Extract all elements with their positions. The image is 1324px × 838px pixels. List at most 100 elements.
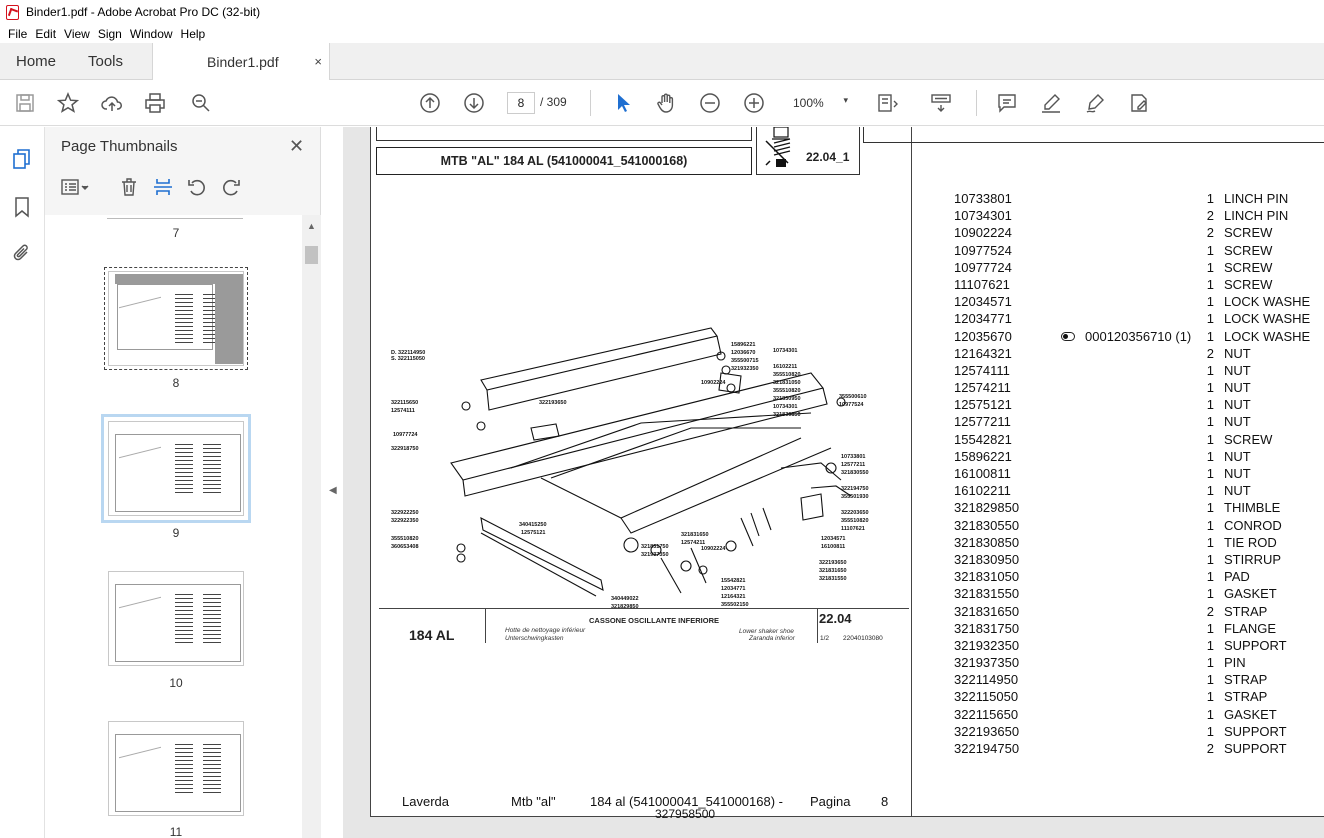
- sign-pen-icon[interactable]: [1082, 90, 1108, 116]
- menu-help[interactable]: Help: [177, 27, 210, 41]
- rotate-clockwise-icon[interactable]: [221, 177, 245, 201]
- tab-close-icon[interactable]: ×: [314, 54, 322, 69]
- part-quantity: 1: [1206, 517, 1214, 533]
- callout-label: 322115650: [391, 400, 418, 406]
- part-description: LINCH PIN: [1224, 208, 1289, 224]
- close-icon[interactable]: ✕: [289, 136, 304, 157]
- part-description: NUT: [1224, 448, 1251, 464]
- zoom-in-icon[interactable]: [741, 90, 767, 116]
- part-number: 321831650: [954, 603, 1020, 619]
- caption-english: Lower shaker shoe: [739, 628, 794, 635]
- part-number: 12577211: [954, 414, 1011, 430]
- part-number: 16102211: [954, 483, 1011, 499]
- hand-tool-icon[interactable]: [653, 90, 679, 116]
- comment-icon[interactable]: [994, 90, 1020, 116]
- bookmark-icon[interactable]: [11, 196, 33, 218]
- page-number-input[interactable]: 8: [507, 92, 535, 114]
- caption-french: Hotte de nettoyage inférieur: [505, 627, 586, 634]
- parts-row: 321831650 2 STRAP: [954, 604, 1324, 621]
- thumbnail-label: 11: [169, 825, 183, 838]
- part-number: 321831050: [954, 569, 1020, 585]
- part-description: LOCK WASHE: [1224, 311, 1311, 327]
- parts-row: 10977724 1 SCREW: [954, 260, 1324, 277]
- footer-page-label: Pagina: [810, 794, 851, 809]
- tab-tools[interactable]: Tools: [88, 43, 123, 80]
- collapse-panel-icon[interactable]: ◀: [329, 485, 337, 496]
- star-icon[interactable]: [55, 90, 81, 116]
- print-icon[interactable]: [142, 90, 168, 116]
- part-number: 10902224: [954, 225, 1012, 241]
- part-description: NUT: [1224, 345, 1251, 361]
- menu-window[interactable]: Window: [126, 27, 177, 41]
- scrollbar-thumb[interactable]: [305, 246, 318, 264]
- document-view[interactable]: MTB "AL" 184 AL (541000041_541000168) 22…: [343, 127, 1324, 838]
- thumbnail-divider: [107, 218, 243, 219]
- header-box: [376, 127, 752, 141]
- callout-label: 10734301: [773, 404, 797, 410]
- menu-file[interactable]: File: [4, 27, 31, 41]
- part-description: NUT: [1224, 414, 1251, 430]
- part-number: 12164321: [954, 345, 1012, 361]
- edit-document-icon[interactable]: [1126, 90, 1152, 116]
- part-description: SCREW: [1224, 431, 1273, 447]
- tab-document[interactable]: Binder1.pdf ×: [152, 43, 330, 81]
- menu-sign[interactable]: Sign: [94, 27, 126, 41]
- extract-pages-icon[interactable]: [153, 177, 177, 201]
- zoom-out-icon[interactable]: [697, 90, 723, 116]
- thumbnail-page-9[interactable]: [101, 414, 251, 523]
- part-description: NUT: [1224, 466, 1251, 481]
- part-quantity: 1: [1206, 586, 1214, 602]
- keyboard-scroll-icon[interactable]: [928, 90, 954, 116]
- trash-icon[interactable]: [119, 177, 143, 201]
- part-number: 322114950: [954, 672, 1019, 688]
- part-number: 10977724: [954, 259, 1012, 275]
- part-quantity: 1: [1206, 397, 1214, 413]
- part-description: GASKET: [1224, 706, 1277, 722]
- zoom-level-dropdown[interactable]: 100% ▾: [788, 92, 852, 114]
- part-quantity: 1: [1206, 414, 1214, 430]
- part-number: 12035670: [954, 328, 1012, 344]
- caption-reference: 22040103080: [843, 635, 883, 642]
- thumbnail-label: 9: [172, 526, 180, 540]
- save-icon[interactable]: [12, 90, 38, 116]
- next-page-icon[interactable]: [461, 90, 487, 116]
- thumbnail-page-10[interactable]: [108, 571, 244, 666]
- panel-splitter[interactable]: ◀: [321, 127, 343, 838]
- callout-label: 321831550: [819, 576, 847, 582]
- options-menu-icon[interactable]: [61, 177, 89, 201]
- callout-label: 321932350: [731, 366, 759, 372]
- part-quantity: 1: [1206, 242, 1214, 258]
- callout-label: 321937350: [641, 552, 669, 558]
- tab-home[interactable]: Home: [16, 43, 56, 80]
- parts-row: 322194750 2 SUPPORT: [954, 741, 1324, 758]
- zoom-search-icon[interactable]: [188, 90, 214, 116]
- menu-edit[interactable]: Edit: [31, 27, 60, 41]
- parts-row: 321932350 1 SUPPORT: [954, 638, 1324, 655]
- part-number: 321830550: [954, 517, 1020, 533]
- thumbnail-scrollbar[interactable]: ▲: [302, 215, 321, 838]
- thumbnail-text-column: [175, 744, 193, 794]
- attachment-icon[interactable]: [11, 242, 33, 264]
- caption-divider: [485, 609, 486, 643]
- scroll-up-icon[interactable]: ▲: [307, 221, 316, 231]
- callout-label: 322918750: [391, 446, 419, 452]
- title-bar: Binder1.pdf - Adobe Acrobat Pro DC (32-b…: [0, 0, 1324, 24]
- parts-row: 12575121 1 NUT: [954, 397, 1324, 414]
- cloud-upload-icon[interactable]: [99, 90, 125, 116]
- page-thumbnails-icon[interactable]: [11, 148, 33, 170]
- part-quantity: 1: [1206, 637, 1214, 653]
- part-quantity: 1: [1206, 466, 1214, 481]
- previous-page-icon[interactable]: [417, 90, 443, 116]
- part-number: 321831750: [954, 620, 1020, 636]
- highlight-pen-icon[interactable]: [1038, 90, 1064, 116]
- thumbnail-page-8[interactable]: [104, 267, 248, 370]
- parts-list: 10733801 1 LINCH PIN 10734301 2 LINCH PIN 1090…: [954, 191, 1324, 758]
- page-fit-icon[interactable]: [874, 90, 900, 116]
- thumbnail-page-11[interactable]: [108, 721, 244, 816]
- callout-label: 11107621: [841, 526, 865, 532]
- callout-label: 355500715: [731, 358, 759, 364]
- part-quantity: 2: [1206, 225, 1214, 241]
- select-cursor-icon[interactable]: [609, 90, 635, 116]
- rotate-counterclockwise-icon[interactable]: [187, 177, 211, 201]
- menu-view[interactable]: View: [60, 27, 94, 41]
